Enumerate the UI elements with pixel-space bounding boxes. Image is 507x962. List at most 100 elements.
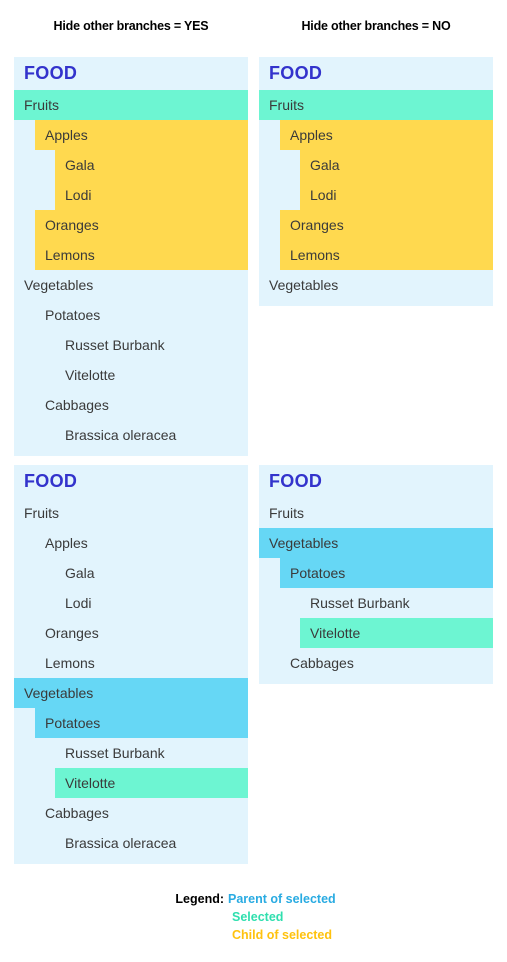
tree-node-label: Fruits bbox=[24, 505, 59, 521]
tree-node-label: Lemons bbox=[45, 247, 95, 263]
tree-node-label: Gala bbox=[65, 565, 95, 581]
tree-node-label: Russet Burbank bbox=[65, 745, 165, 761]
tree-node-label: Fruits bbox=[24, 97, 59, 113]
tree-node-label: Gala bbox=[310, 157, 340, 173]
tree-node-label: Vitelotte bbox=[65, 367, 116, 383]
legend-entry-child: Child of selected bbox=[232, 928, 333, 942]
tree-root-title-label: FOOD bbox=[24, 63, 78, 83]
tree-node-row[interactable]: Potatoes bbox=[259, 558, 493, 588]
tree-node-row[interactable]: Fruits bbox=[14, 90, 248, 120]
legend-entry-parent: Parent of selected bbox=[228, 892, 336, 906]
tree-node-row[interactable]: Potatoes bbox=[14, 300, 248, 330]
tree-panel-bottom-left: FOOD Fruits Apples Gala Lodi Oranges Lemons Veg… bbox=[14, 465, 248, 864]
tree-node-label: Apples bbox=[45, 535, 88, 551]
tree-node-label: Lemons bbox=[45, 655, 95, 671]
tree-node-row[interactable]: Vitelotte bbox=[259, 618, 493, 648]
legend-row: Selected bbox=[0, 908, 507, 926]
tree-highlight-comparison: Hide other branches = YES Hide other bra… bbox=[0, 0, 507, 962]
tree-node-label: Lodi bbox=[65, 187, 92, 203]
tree-root-title[interactable]: FOOD bbox=[259, 57, 493, 90]
tree-node-row[interactable]: Lodi bbox=[259, 180, 493, 210]
tree-node-row[interactable]: Cabbages bbox=[259, 648, 493, 678]
legend-title: Legend: bbox=[175, 892, 224, 906]
tree-node-label: Vegetables bbox=[269, 277, 339, 293]
tree-node-label: Potatoes bbox=[45, 307, 101, 323]
tree-node-row[interactable]: Fruits bbox=[259, 90, 493, 120]
panel-bottom-padding bbox=[259, 300, 493, 306]
tree-node-label: Potatoes bbox=[290, 565, 346, 581]
tree-node-label: Vitelotte bbox=[65, 775, 116, 791]
tree-node-label: Fruits bbox=[269, 97, 304, 113]
tree-node-row[interactable]: Apples bbox=[14, 528, 248, 558]
tree-root-title[interactable]: FOOD bbox=[14, 57, 248, 90]
tree-node-label: Lodi bbox=[310, 187, 337, 203]
tree-node-row[interactable]: Oranges bbox=[14, 210, 248, 240]
tree-node-label: Russet Burbank bbox=[310, 595, 410, 611]
tree-node-label: Potatoes bbox=[45, 715, 101, 731]
tree-node-row[interactable]: Fruits bbox=[14, 498, 248, 528]
tree-node-label: Gala bbox=[65, 157, 95, 173]
tree-node-label: Vegetables bbox=[269, 535, 339, 551]
panel-bottom-padding bbox=[259, 678, 493, 684]
tree-node-row[interactable]: Gala bbox=[14, 150, 248, 180]
tree-node-label: Vegetables bbox=[24, 277, 94, 293]
tree-node-row[interactable]: Vitelotte bbox=[14, 768, 248, 798]
tree-node-row[interactable]: Russet Burbank bbox=[14, 738, 248, 768]
tree-node-row[interactable]: Potatoes bbox=[14, 708, 248, 738]
legend-row: Legend: Parent of selected bbox=[0, 890, 507, 908]
tree-node-row[interactable]: Russet Burbank bbox=[259, 588, 493, 618]
tree-node-row[interactable]: Russet Burbank bbox=[14, 330, 248, 360]
tree-node-label: Vegetables bbox=[24, 685, 94, 701]
panel-bottom-padding bbox=[14, 450, 248, 456]
tree-node-row[interactable]: Gala bbox=[259, 150, 493, 180]
tree-node-row[interactable]: Vitelotte bbox=[14, 360, 248, 390]
tree-node-row[interactable]: Oranges bbox=[14, 618, 248, 648]
legend-row: Child of selected bbox=[0, 926, 507, 944]
tree-node-row[interactable]: Fruits bbox=[259, 498, 493, 528]
tree-node-label: Russet Burbank bbox=[65, 337, 165, 353]
tree-node-row[interactable]: Lemons bbox=[14, 648, 248, 678]
tree-node-row[interactable]: Oranges bbox=[259, 210, 493, 240]
tree-panel-bottom-right: FOOD Fruits Vegetables Potatoes Russet Burba… bbox=[259, 465, 493, 684]
tree-root-title[interactable]: FOOD bbox=[259, 465, 493, 498]
legend: Legend: Parent of selected Selected Child o… bbox=[0, 890, 507, 944]
tree-node-label: Oranges bbox=[45, 217, 99, 233]
tree-root-title-label: FOOD bbox=[269, 471, 323, 491]
tree-node-row[interactable]: Vegetables bbox=[14, 678, 248, 708]
tree-node-label: Cabbages bbox=[45, 805, 109, 821]
tree-node-label: Lodi bbox=[65, 595, 92, 611]
tree-node-row[interactable]: Apples bbox=[259, 120, 493, 150]
tree-root-title[interactable]: FOOD bbox=[14, 465, 248, 498]
tree-node-label: Apples bbox=[45, 127, 88, 143]
tree-node-row[interactable]: Vegetables bbox=[259, 270, 493, 300]
legend-entry-selected: Selected bbox=[232, 910, 284, 924]
tree-node-label: Oranges bbox=[45, 625, 99, 641]
tree-node-label: Apples bbox=[290, 127, 333, 143]
panel-bottom-padding bbox=[14, 858, 248, 864]
tree-node-label: Lemons bbox=[290, 247, 340, 263]
tree-node-row[interactable]: Lodi bbox=[14, 180, 248, 210]
tree-panel-top-left: FOOD Fruits Apples Gala Lodi Oranges Lemons Veg… bbox=[14, 57, 248, 456]
tree-node-row[interactable]: Vegetables bbox=[259, 528, 493, 558]
tree-node-row[interactable]: Lemons bbox=[14, 240, 248, 270]
tree-node-label: Oranges bbox=[290, 217, 344, 233]
tree-node-row[interactable]: Brassica oleracea bbox=[14, 420, 248, 450]
tree-root-title-label: FOOD bbox=[24, 471, 78, 491]
tree-node-label: Cabbages bbox=[290, 655, 354, 671]
tree-node-row[interactable]: Brassica oleracea bbox=[14, 828, 248, 858]
tree-node-row[interactable]: Vegetables bbox=[14, 270, 248, 300]
tree-node-label: Brassica oleracea bbox=[65, 427, 177, 443]
tree-node-row[interactable]: Gala bbox=[14, 558, 248, 588]
tree-node-row[interactable]: Apples bbox=[14, 120, 248, 150]
tree-node-label: Cabbages bbox=[45, 397, 109, 413]
tree-node-row[interactable]: Cabbages bbox=[14, 390, 248, 420]
column-header-hide-no: Hide other branches = NO bbox=[301, 19, 451, 33]
tree-node-label: Vitelotte bbox=[310, 625, 361, 641]
tree-node-label: Fruits bbox=[269, 505, 304, 521]
tree-node-label: Brassica oleracea bbox=[65, 835, 177, 851]
tree-node-row[interactable]: Lodi bbox=[14, 588, 248, 618]
tree-node-row[interactable]: Cabbages bbox=[14, 798, 248, 828]
column-header-hide-yes: Hide other branches = YES bbox=[53, 19, 209, 33]
tree-panel-top-right: FOOD Fruits Apples Gala Lodi Oranges Lemons Veg… bbox=[259, 57, 493, 306]
tree-node-row[interactable]: Lemons bbox=[259, 240, 493, 270]
